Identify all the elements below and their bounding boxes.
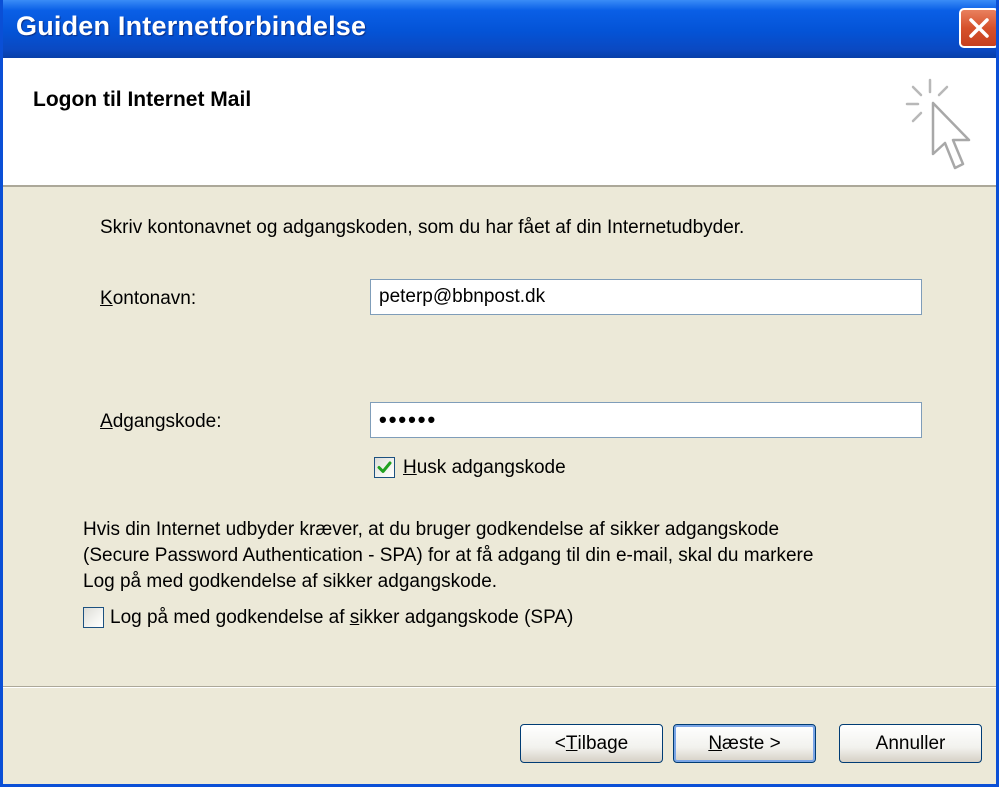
account-name-input[interactable]: peterp@bbnpost.dk	[370, 279, 922, 315]
remember-password-label[interactable]: Husk adgangskode	[403, 457, 566, 479]
cursor-sparkle-icon	[905, 78, 971, 170]
spa-info-line: Hvis din Internet udbyder kræver, at du …	[83, 519, 780, 540]
spa-checkbox[interactable]	[83, 607, 104, 628]
spa-info-text: Hvis din Internet udbyder kræver, at du …	[83, 517, 813, 595]
title-bar[interactable]: Guiden Internetforbindelse	[3, 0, 996, 58]
password-label: Adgangskode:	[100, 411, 222, 432]
close-icon	[969, 18, 989, 38]
spa-info-line: (Secure Password Authentication - SPA) f…	[83, 545, 814, 566]
account-name-label: Kontonavn:	[100, 288, 197, 309]
close-button[interactable]	[959, 8, 996, 48]
page-title: Logon til Internet Mail	[33, 88, 252, 111]
window-title: Guiden Internetforbindelse	[16, 11, 367, 41]
instructions-text: Skriv kontonavnet og adgangskoden, som d…	[100, 217, 745, 238]
wizard-header: Logon til Internet Mail	[3, 58, 996, 187]
wizard-window: Guiden Internetforbindelse Logon til Int…	[0, 0, 999, 787]
password-input[interactable]: ••••••	[370, 402, 922, 438]
remember-password-checkbox[interactable]	[374, 457, 395, 478]
wizard-content: Skriv kontonavnet og adgangskoden, som d…	[3, 187, 996, 677]
spa-info-line: Log på med godkendelse af sikker adgangs…	[83, 571, 498, 592]
checkmark-icon	[377, 461, 392, 473]
back-button[interactable]: < Tilbage	[520, 724, 663, 763]
cancel-button[interactable]: Annuller	[839, 724, 982, 763]
button-separator	[3, 686, 996, 688]
next-button[interactable]: Næste >	[673, 724, 816, 763]
spa-label[interactable]: Log på med godkendelse af sikker adgangs…	[110, 607, 573, 629]
